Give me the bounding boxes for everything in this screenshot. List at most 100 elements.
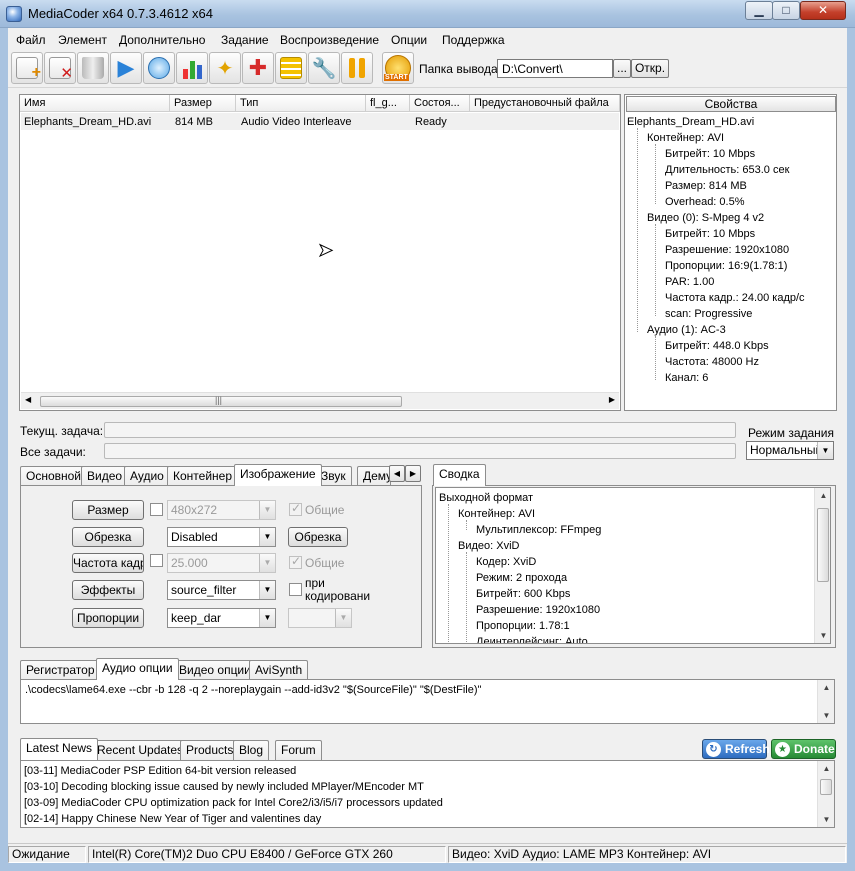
remove-file-button[interactable]: ✕ — [44, 52, 76, 84]
column-type[interactable]: Тип — [236, 95, 366, 112]
tab-latest-news[interactable]: Latest News — [20, 738, 99, 760]
tab-scroll-right-icon[interactable]: ▶ — [405, 465, 421, 482]
column-name[interactable]: Имя — [20, 95, 170, 112]
general-checkbox-2[interactable] — [289, 554, 302, 569]
tree-node[interactable]: Пропорции: 1.78:1 — [476, 618, 570, 634]
menu-task[interactable]: Задание — [221, 33, 269, 47]
tab-audio[interactable]: Аудио — [124, 466, 170, 486]
tree-node[interactable]: Битрейт: 600 Kbps — [476, 586, 570, 602]
tree-node[interactable]: Битрейт: 10 Mbps — [665, 146, 755, 162]
start-button[interactable]: START — [382, 52, 414, 84]
general-checkbox-1[interactable] — [289, 501, 302, 516]
menu-element[interactable]: Элемент — [58, 33, 107, 47]
tree-node[interactable]: Размер: 814 MB — [665, 178, 747, 194]
tab-scroll-left-icon[interactable]: ◀ — [389, 465, 405, 482]
clear-list-button[interactable] — [77, 52, 109, 84]
tree-node[interactable]: Кодер: XviD — [476, 554, 536, 570]
donate-button[interactable]: ★ Donate — [771, 739, 836, 759]
tab-image[interactable]: Изображение — [234, 464, 322, 486]
stats-button[interactable] — [176, 52, 208, 84]
tab-recent-updates[interactable]: Recent Updates — [91, 740, 190, 760]
tree-node[interactable]: Разрешение: 1920x1080 — [665, 242, 789, 258]
wizard-button[interactable]: ✦ — [209, 52, 241, 84]
framerate-checkbox[interactable] — [150, 554, 163, 567]
tree-node[interactable]: Пропорции: 16:9(1.78:1) — [665, 258, 787, 274]
tree-node[interactable]: Аудио (1): AC-3 — [647, 322, 726, 338]
tree-node[interactable]: Видео: XviD — [458, 538, 519, 554]
tab-logger[interactable]: Регистратор — [20, 660, 101, 680]
task-mode-select[interactable]: Нормальный ▼ — [746, 441, 834, 460]
tab-products[interactable]: Products — [180, 740, 240, 760]
scrollbar-thumb[interactable]: ||| — [40, 395, 402, 407]
resize-checkbox[interactable] — [150, 503, 163, 516]
tree-node[interactable]: Контейнер: AVI — [458, 506, 535, 522]
close-button[interactable]: ✕ — [800, 1, 846, 20]
tab-avisynth[interactable]: AviSynth — [249, 660, 309, 680]
resize-button[interactable]: Размер — [72, 500, 144, 520]
queue-button[interactable] — [275, 52, 307, 84]
command-scrollbar[interactable]: ▲ ▼ — [817, 680, 834, 723]
horizontal-scrollbar[interactable]: ◀ ||| ▶ — [21, 392, 619, 409]
scrollbar-thumb[interactable] — [820, 779, 832, 795]
scroll-right-icon[interactable]: ▶ — [609, 395, 615, 404]
menu-playback[interactable]: Воспроизведение — [280, 33, 379, 47]
tree-node[interactable]: Overhead: 0.5% — [665, 194, 745, 210]
news-item[interactable]: [03-11] MediaCoder PSP Edition 64-bit ve… — [24, 763, 296, 779]
app-icon[interactable] — [6, 6, 22, 22]
aspect-extra-select[interactable]: ▼ — [288, 608, 352, 628]
column-flg[interactable]: fl_g... — [366, 95, 410, 112]
menu-support[interactable]: Поддержка — [442, 33, 505, 47]
menu-file[interactable]: Файл — [16, 33, 46, 47]
tree-node[interactable]: Деинтерлейсинг: Auto — [476, 634, 588, 643]
news-scrollbar[interactable]: ▲ ▼ — [817, 761, 834, 827]
tree-node[interactable]: Битрейт: 10 Mbps — [665, 226, 755, 242]
scroll-up-icon[interactable]: ▲ — [815, 491, 830, 500]
tab-video-options[interactable]: Видео опции — [173, 660, 257, 680]
news-item[interactable]: [03-10] Decoding blocking issue caused b… — [24, 779, 424, 795]
resize-select[interactable]: 480x272 ▼ — [167, 500, 276, 520]
tab-main[interactable]: Основной — [20, 466, 88, 486]
tree-node[interactable]: scan: Progressive — [665, 306, 752, 322]
refresh-button[interactable]: ↻ Refresh — [702, 739, 770, 759]
effects-select[interactable]: source_filter ▼ — [167, 580, 276, 600]
open-folder-button[interactable]: Откр. — [631, 59, 669, 78]
encode-checkbox[interactable] — [289, 583, 302, 596]
add-file-button[interactable]: + — [11, 52, 43, 84]
tree-node[interactable]: Битрейт: 448.0 Kbps — [665, 338, 769, 354]
minimize-button[interactable]: ▁ — [745, 1, 773, 20]
tab-container[interactable]: Контейнер — [167, 466, 239, 486]
tree-node[interactable]: Видео (0): S-Mpeg 4 v2 — [647, 210, 764, 226]
tab-blog[interactable]: Blog — [233, 740, 270, 760]
scroll-up-icon[interactable]: ▲ — [818, 764, 835, 773]
properties-header[interactable]: Свойства — [626, 96, 836, 112]
tree-node[interactable]: Elephants_Dream_HD.avi — [627, 114, 754, 130]
news-item[interactable]: [02-14] Happy Chinese New Year of Tiger … — [24, 811, 321, 827]
tree-node[interactable]: Выходной формат — [439, 490, 533, 506]
tree-node[interactable]: Длительность: 653.0 сек — [665, 162, 789, 178]
settings-button[interactable]: 🔧 — [308, 52, 340, 84]
crop-select[interactable]: Disabled ▼ — [167, 527, 276, 547]
scroll-down-icon[interactable]: ▼ — [818, 815, 835, 824]
tree-node[interactable]: Частота: 48000 Hz — [665, 354, 759, 370]
aspect-button[interactable]: Пропорции — [72, 608, 144, 628]
column-size[interactable]: Размер — [170, 95, 236, 112]
tree-node[interactable]: Режим: 2 прохода — [476, 570, 567, 586]
scroll-up-icon[interactable]: ▲ — [818, 683, 835, 692]
menu-options[interactable]: Опции — [391, 33, 427, 47]
tree-node[interactable]: PAR: 1.00 — [665, 274, 714, 290]
scroll-down-icon[interactable]: ▼ — [818, 711, 835, 720]
column-preset[interactable]: Предустановочный файла — [470, 95, 620, 112]
scrollbar-thumb[interactable] — [817, 508, 829, 582]
pause-button[interactable] — [341, 52, 373, 84]
tree-node[interactable]: Канал: 6 — [665, 370, 708, 386]
tree-node[interactable]: Контейнер: AVI — [647, 130, 724, 146]
tab-audio-options[interactable]: Аудио опции — [96, 658, 179, 680]
scroll-left-icon[interactable]: ◀ — [25, 395, 31, 404]
tree-node[interactable]: Частота кадр.: 24.00 кадр/с — [665, 290, 805, 306]
framerate-button[interactable]: Частота кадр — [72, 553, 144, 573]
column-state[interactable]: Состоя... — [410, 95, 470, 112]
tree-node[interactable]: Мультиплексор: FFmpeg — [476, 522, 601, 538]
tab-summary[interactable]: Сводка — [433, 464, 486, 486]
tab-demux[interactable]: Дему — [357, 466, 391, 486]
browse-button[interactable]: ... — [613, 59, 631, 78]
